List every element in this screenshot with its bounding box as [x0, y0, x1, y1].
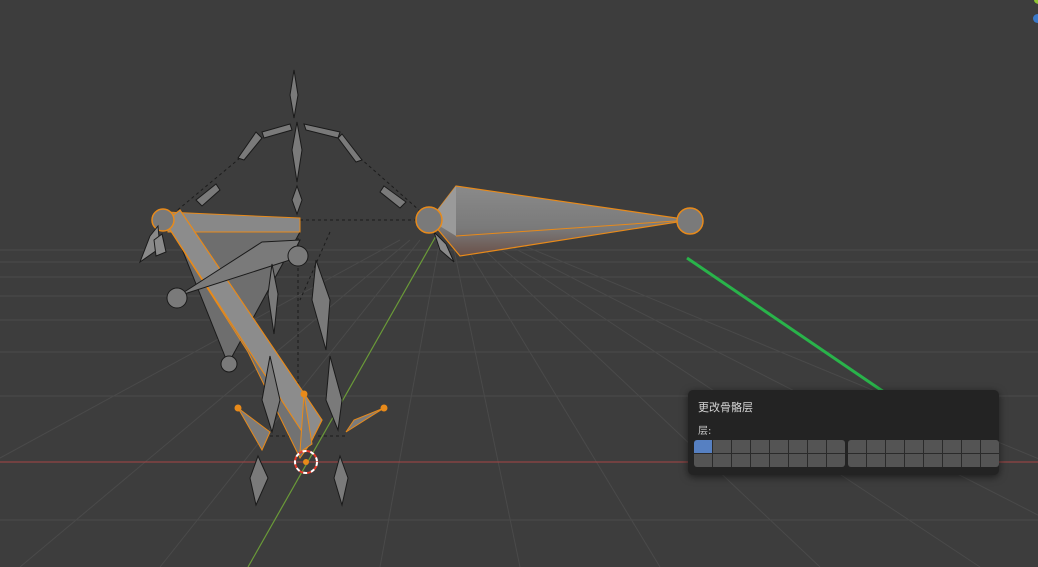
- 3d-viewport[interactable]: 更改骨骼层 层:: [0, 0, 1038, 567]
- layer-toggle[interactable]: [886, 440, 904, 453]
- layer-toggle[interactable]: [789, 454, 807, 467]
- bone-spine[interactable]: [166, 69, 407, 507]
- layer-toggle[interactable]: [905, 454, 923, 467]
- layer-toggle[interactable]: [981, 454, 999, 467]
- layer-toggle[interactable]: [808, 440, 826, 453]
- panel-title: 更改骨骼层: [698, 401, 753, 414]
- layer-toggle[interactable]: [827, 440, 845, 453]
- layer-toggle[interactable]: [848, 454, 866, 467]
- layer-toggle[interactable]: [886, 454, 904, 467]
- layer-toggle[interactable]: [962, 440, 980, 453]
- layer-toggle[interactable]: [924, 454, 942, 467]
- layer-toggle[interactable]: [694, 440, 712, 453]
- viewport-scene[interactable]: [0, 0, 1038, 567]
- layer-toggle[interactable]: [751, 454, 769, 467]
- layer-toggle[interactable]: [848, 440, 866, 453]
- layer-toggle[interactable]: [981, 440, 999, 453]
- layers-label: 层:: [698, 426, 712, 437]
- layer-toggle[interactable]: [732, 454, 750, 467]
- layer-toggle[interactable]: [867, 440, 885, 453]
- layer-toggle[interactable]: [905, 440, 923, 453]
- layer-toggle[interactable]: [713, 454, 731, 467]
- change-bone-layers-panel: 更改骨骼层 层:: [688, 390, 999, 475]
- layer-toggle[interactable]: [943, 440, 961, 453]
- layer-group-left: [694, 440, 845, 467]
- layer-toggle[interactable]: [943, 454, 961, 467]
- layer-toggle[interactable]: [732, 440, 750, 453]
- layer-toggle[interactable]: [924, 440, 942, 453]
- layer-toggle[interactable]: [713, 440, 731, 453]
- layer-toggle[interactable]: [751, 440, 769, 453]
- layer-toggle[interactable]: [770, 440, 788, 453]
- layer-group-right: [848, 440, 999, 467]
- gizmo-z-icon[interactable]: [1033, 14, 1038, 23]
- layer-toggle[interactable]: [867, 454, 885, 467]
- bone-right-arm-selected[interactable]: [415, 185, 704, 257]
- layer-toggle[interactable]: [962, 454, 980, 467]
- layer-toggle[interactable]: [694, 454, 712, 467]
- layer-toggle[interactable]: [808, 454, 826, 467]
- layer-toggle[interactable]: [789, 440, 807, 453]
- layer-toggle[interactable]: [827, 454, 845, 467]
- layer-toggle[interactable]: [770, 454, 788, 467]
